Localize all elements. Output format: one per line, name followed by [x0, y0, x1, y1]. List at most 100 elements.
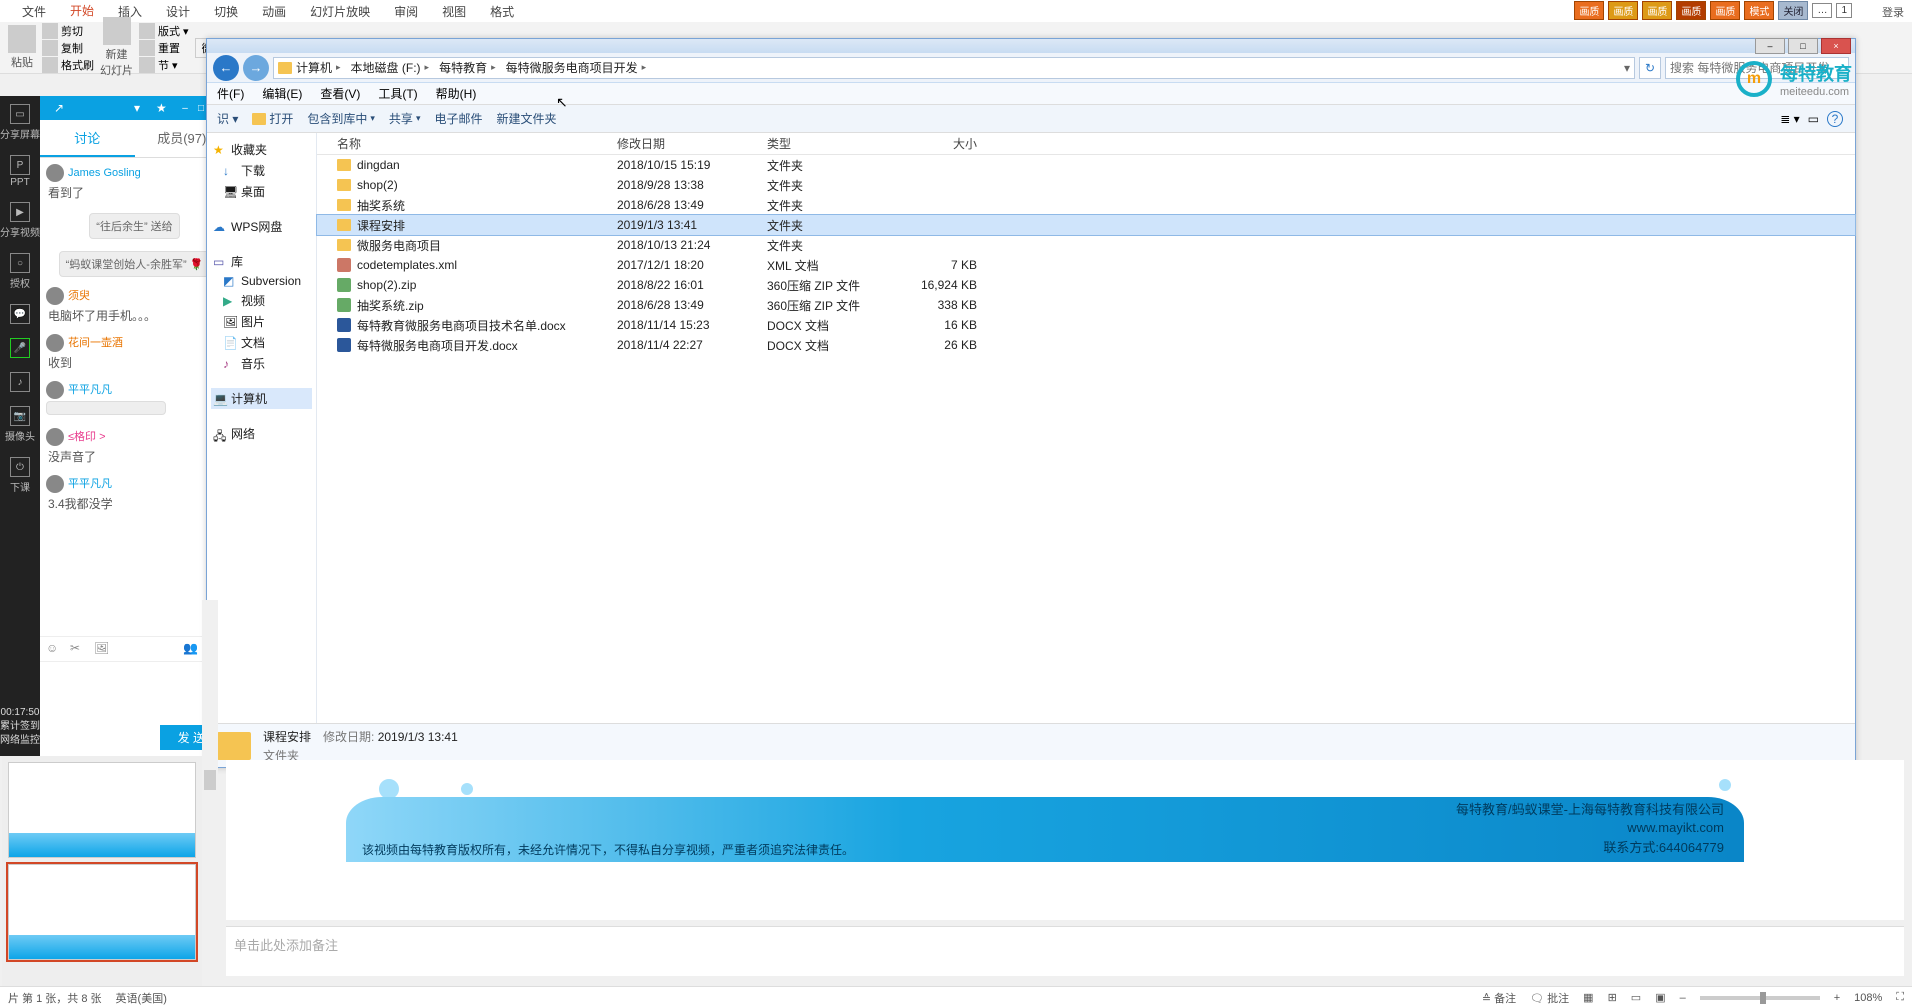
breadcrumb[interactable]: 每特教育	[435, 59, 502, 76]
file-row[interactable]: dingdan2018/10/15 15:19文件夹	[317, 155, 1855, 175]
file-row[interactable]: shop(2)2018/9/28 13:38文件夹	[317, 175, 1855, 195]
explorer-titlebar[interactable]: – □ ×	[207, 39, 1855, 53]
view-sorter-icon[interactable]: ⊞	[1608, 991, 1617, 1004]
address-bar[interactable]: 计算机 本地磁盘 (F:) 每特教育 每特微服务电商项目开发 ▾	[273, 57, 1635, 79]
new-slide-group[interactable]: 新建 幻灯片	[100, 17, 133, 78]
paste-group[interactable]: 粘贴	[8, 25, 36, 70]
notes-toggle[interactable]: 🗨 批注	[1530, 990, 1569, 1006]
slide-thumb[interactable]	[8, 864, 196, 960]
ppt-tab-file[interactable]: 文件	[10, 0, 58, 23]
maximize-button[interactable]: □	[1788, 38, 1818, 54]
count-badge[interactable]: 1	[1836, 3, 1852, 18]
file-row[interactable]: 抽奖系统2018/6/28 13:49文件夹	[317, 195, 1855, 215]
ppt-tab-review[interactable]: 审阅	[382, 0, 430, 23]
scissor-icon[interactable]: ✂	[70, 641, 86, 657]
section-button[interactable]: 节 ▾	[139, 57, 189, 73]
menu-file[interactable]: 件(F)	[217, 85, 244, 102]
sidebar-chat[interactable]: 💬	[10, 304, 30, 324]
help-button[interactable]: ?	[1827, 111, 1843, 127]
quality-badge[interactable]: 画质	[1574, 1, 1604, 20]
tree-documents[interactable]: 文档	[221, 332, 312, 353]
tree-videos[interactable]: 视频	[221, 290, 312, 311]
mode-badge[interactable]: 模式	[1744, 1, 1774, 20]
view-reading-icon[interactable]: ▭	[1631, 991, 1641, 1004]
sidebar-camera[interactable]: 📷摄像头	[5, 406, 35, 443]
col-name[interactable]: 名称	[317, 135, 617, 152]
doc-language[interactable]: 英语(美国)	[116, 990, 167, 1006]
col-size[interactable]: 大小	[897, 135, 1007, 152]
file-row[interactable]: 每特微服务电商项目开发.docx2018/11/4 22:27DOCX 文档26…	[317, 335, 1855, 355]
tree-wps[interactable]: WPS网盘	[211, 216, 312, 237]
emoji-icon[interactable]: ☺	[46, 641, 62, 657]
reset-button[interactable]: 重置	[139, 40, 189, 56]
file-row[interactable]: 课程安排2019/1/3 13:41文件夹	[317, 215, 1855, 235]
minimize-icon[interactable]: –	[178, 101, 192, 115]
tree-desktop[interactable]: 桌面	[221, 181, 312, 202]
tree-network[interactable]: 网络	[211, 423, 312, 444]
zoom-in-button[interactable]: +	[1834, 992, 1840, 1004]
breadcrumb[interactable]: 每特微服务电商项目开发	[502, 59, 653, 76]
col-type[interactable]: 类型	[767, 135, 897, 152]
comments-toggle[interactable]: ≙ 备注	[1482, 990, 1516, 1006]
ppt-tab-slideshow[interactable]: 幻灯片放映	[298, 0, 382, 23]
users-icon[interactable]: 👥	[183, 641, 199, 657]
copy-button[interactable]: 复制	[42, 40, 94, 56]
tree-libraries[interactable]: 库	[211, 251, 312, 272]
nav-tree[interactable]: 收藏夹 下载 桌面 WPS网盘 库 Subversion 视频 图片 文档 音乐…	[207, 133, 317, 723]
slide-thumbnails[interactable]	[2, 756, 202, 986]
include-library-button[interactable]: 包含到库中	[307, 110, 375, 127]
file-row[interactable]: shop(2).zip2018/8/22 16:01360压缩 ZIP 文件16…	[317, 275, 1855, 295]
zoom-slider[interactable]	[1700, 996, 1820, 1000]
file-row[interactable]: codetemplates.xml2017/12/1 18:20XML 文档7 …	[317, 255, 1855, 275]
menu-view[interactable]: 查看(V)	[320, 85, 360, 102]
tree-pictures[interactable]: 图片	[221, 311, 312, 332]
menu-tools[interactable]: 工具(T)	[378, 85, 417, 102]
view-mode-dropdown[interactable]: ≣ ▾	[1780, 112, 1799, 126]
view-slideshow-icon[interactable]: ▣	[1655, 991, 1665, 1004]
view-normal-icon[interactable]: ▦	[1583, 991, 1593, 1004]
scrollbar-handle[interactable]	[204, 770, 216, 790]
share-button[interactable]: 共享	[389, 110, 421, 127]
close-button[interactable]: ×	[1821, 38, 1851, 54]
login-button[interactable]: 登录	[1882, 4, 1904, 20]
addr-dropdown-icon[interactable]: ▾	[1624, 61, 1630, 75]
sidebar-end-class[interactable]: ⏻下课	[10, 457, 30, 494]
quality-badge[interactable]: 画质	[1642, 1, 1672, 20]
file-row[interactable]: 抽奖系统.zip2018/6/28 13:49360压缩 ZIP 文件338 K…	[317, 295, 1855, 315]
nav-back-button[interactable]: ←	[213, 55, 239, 81]
new-folder-button[interactable]: 新建文件夹	[496, 110, 556, 127]
thumbnails-scrollbar[interactable]	[202, 600, 218, 986]
ppt-tab-design[interactable]: 设计	[154, 0, 202, 23]
menu-edit[interactable]: 编辑(E)	[262, 85, 302, 102]
email-button[interactable]: 电子邮件	[434, 110, 482, 127]
slide-counter[interactable]: 片 第 1 张，共 8 张	[8, 990, 102, 1006]
sidebar-ppt[interactable]: PPPT	[10, 155, 30, 188]
quality-badge[interactable]: 画质	[1676, 1, 1706, 20]
tab-discussion[interactable]: 讨论	[40, 120, 135, 157]
cut-button[interactable]: 剪切	[42, 23, 94, 39]
close-badge[interactable]: 关闭	[1778, 1, 1808, 20]
file-list-pane[interactable]: 名称 修改日期 类型 大小 dingdan2018/10/15 15:19文件夹…	[317, 133, 1855, 723]
tree-downloads[interactable]: 下载	[221, 160, 312, 181]
external-icon[interactable]: ↗	[54, 101, 68, 115]
sidebar-share-video[interactable]: ▶分享视频	[0, 202, 40, 239]
dropdown-icon[interactable]: ▾	[134, 101, 148, 115]
file-row[interactable]: 微服务电商项目2018/10/13 21:24文件夹	[317, 235, 1855, 255]
breadcrumb[interactable]: 计算机	[292, 59, 347, 76]
col-date[interactable]: 修改日期	[617, 135, 767, 152]
ppt-tab-view[interactable]: 视图	[430, 0, 478, 23]
tree-favorites[interactable]: 收藏夹	[211, 139, 312, 160]
fit-window-button[interactable]: ⛶	[1896, 991, 1904, 1004]
sidebar-share-screen[interactable]: ▭分享屏幕	[0, 104, 40, 141]
slide-thumb[interactable]	[8, 762, 196, 858]
zoom-percent[interactable]: 108%	[1854, 992, 1882, 1004]
layout-button[interactable]: 版式 ▾	[139, 23, 189, 39]
file-row[interactable]: 每特教育微服务电商项目技术名单.docx2018/11/14 15:23DOCX…	[317, 315, 1855, 335]
preview-pane-button[interactable]: ▭	[1808, 112, 1819, 126]
tree-computer[interactable]: 计算机	[211, 388, 312, 409]
ppt-tab-format[interactable]: 格式	[478, 0, 526, 23]
sidebar-auth[interactable]: ○授权	[10, 253, 30, 290]
more-badge[interactable]: …	[1812, 3, 1832, 18]
image-icon[interactable]: 🖼	[94, 641, 110, 657]
breadcrumb[interactable]: 本地磁盘 (F:)	[347, 59, 436, 76]
